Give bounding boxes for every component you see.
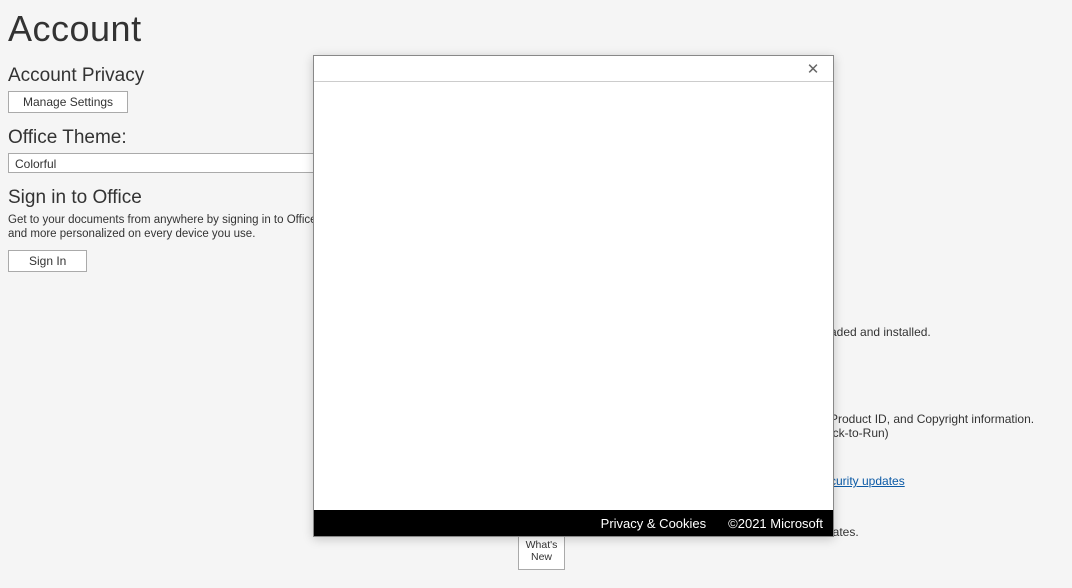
updates-text-fragment: aded and installed. xyxy=(830,324,931,341)
privacy-cookies-link[interactable]: Privacy & Cookies xyxy=(601,516,706,531)
close-icon: ✕ xyxy=(807,60,820,78)
sign-in-button[interactable]: Sign In xyxy=(8,250,87,272)
whats-new-line1: What's xyxy=(519,539,564,551)
about-line2-fragment: ick-to-Run) xyxy=(830,425,889,442)
lates-text-fragment: lates. xyxy=(830,524,859,541)
whats-new-line2: New xyxy=(519,551,564,563)
dialog-footer: Privacy & Cookies ©2021 Microsoft xyxy=(314,510,833,536)
whats-new-button[interactable]: What's New xyxy=(518,535,565,570)
manage-settings-button[interactable]: Manage Settings xyxy=(8,91,128,113)
dialog: ✕ Privacy & Cookies ©2021 Microsoft xyxy=(313,55,834,537)
dialog-body xyxy=(314,82,833,510)
dialog-titlebar: ✕ xyxy=(314,56,833,82)
copyright-text: ©2021 Microsoft xyxy=(728,516,823,531)
page-title: Account xyxy=(0,0,1072,50)
security-updates-link[interactable]: curity updates xyxy=(830,474,905,488)
close-button[interactable]: ✕ xyxy=(793,56,833,82)
